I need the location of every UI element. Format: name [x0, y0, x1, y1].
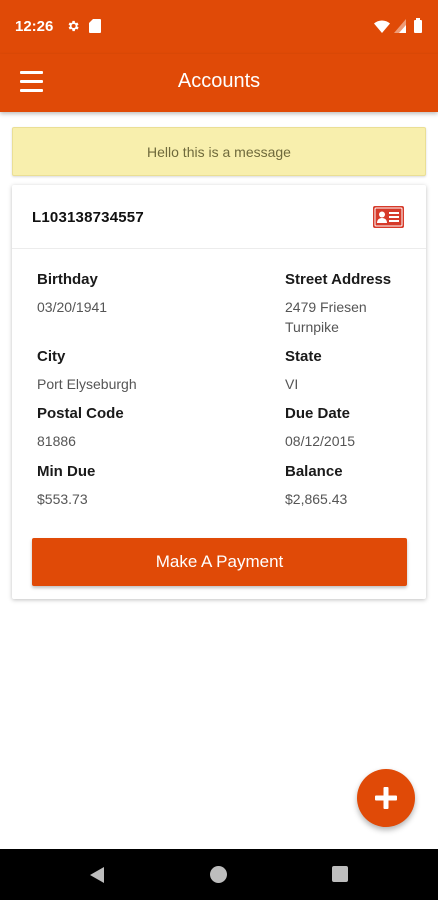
status-time: 12:26 — [15, 18, 54, 35]
due-date-value: 08/12/2015 — [285, 433, 356, 449]
page-title: Accounts — [177, 70, 261, 92]
field-state: State VI — [285, 348, 425, 394]
street-address-line1: 2479 Friesen — [285, 299, 367, 315]
min-due-label: Min Due — [37, 463, 96, 480]
message-banner: Hello this is a message — [12, 127, 426, 176]
account-card: L103138734557 Birthday 03/20/1941 Street… — [12, 185, 426, 599]
home-icon[interactable] — [210, 866, 227, 883]
due-date-label: Due Date — [285, 405, 351, 422]
id-card-icon[interactable] — [373, 206, 404, 228]
birthday-value: 03/20/1941 — [37, 299, 108, 315]
plus-icon — [375, 787, 397, 809]
balance-label: Balance — [285, 463, 343, 480]
field-balance: Balance $2,865.43 — [285, 463, 425, 509]
field-min-due: Min Due $553.73 — [37, 463, 177, 509]
field-city: City Port Elyseburgh — [37, 348, 177, 394]
signal-icon — [394, 19, 406, 33]
add-fab-button[interactable] — [357, 769, 415, 827]
street-address-label: Street Address — [285, 271, 392, 288]
status-bar: 12:26 — [0, 0, 438, 54]
postal-code-label: Postal Code — [37, 405, 124, 422]
field-birthday: Birthday 03/20/1941 — [37, 271, 177, 317]
balance-value: $2,865.43 — [285, 491, 348, 507]
birthday-label: Birthday — [37, 271, 98, 288]
min-due-value: $553.73 — [37, 491, 88, 507]
make-payment-button[interactable]: Make A Payment — [32, 538, 407, 586]
street-address-value: 2479 Friesen Turnpike — [285, 297, 425, 337]
system-nav-bar — [0, 849, 438, 900]
field-due-date: Due Date 08/12/2015 — [285, 405, 425, 451]
field-postal-code: Postal Code 81886 — [37, 405, 177, 451]
gear-icon — [68, 20, 79, 32]
city-label: City — [37, 348, 66, 365]
wifi-icon — [374, 20, 390, 33]
account-card-header: L103138734557 — [12, 185, 426, 249]
state-label: State — [285, 348, 322, 365]
app-bar: Accounts — [0, 54, 438, 112]
city-value: Port Elyseburgh — [37, 376, 137, 392]
recents-icon[interactable] — [332, 866, 348, 882]
postal-code-value: 81886 — [37, 433, 76, 449]
state-value: VI — [285, 376, 299, 392]
back-icon[interactable] — [88, 866, 106, 884]
street-address-line2: Turnpike — [285, 319, 339, 335]
account-number: L103138734557 — [32, 209, 144, 226]
field-street-address: Street Address 2479 Friesen Turnpike — [285, 271, 425, 337]
battery-icon — [414, 18, 422, 33]
sd-card-icon — [89, 19, 101, 33]
